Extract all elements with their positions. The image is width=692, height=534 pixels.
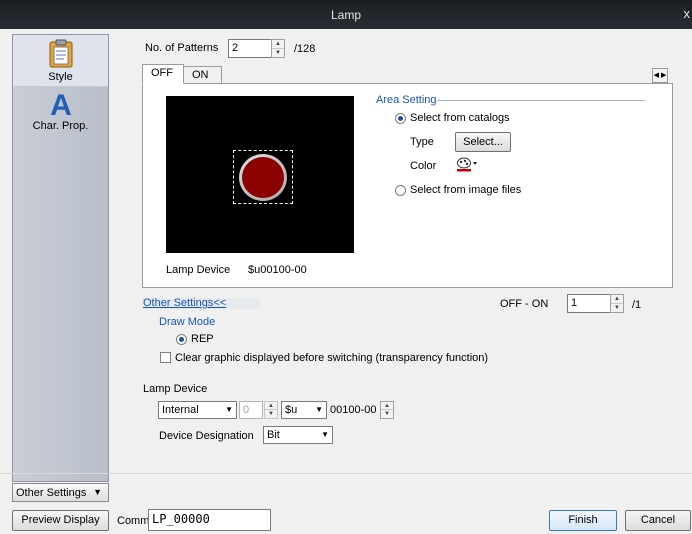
- divider: [437, 100, 645, 101]
- device-address[interactable]: 00100-00: [330, 404, 377, 416]
- lamp-icon: [242, 157, 284, 198]
- device-designation-select[interactable]: Bit ▼: [263, 426, 333, 444]
- select-from-catalogs-label: Select from catalogs: [410, 112, 510, 124]
- sidebar-item-char-prop[interactable]: A Char. Prop.: [13, 89, 108, 135]
- preview-lamp-device-label: Lamp Device: [166, 264, 231, 276]
- clipboard-icon: [49, 39, 73, 68]
- other-settings-dropdown-label: Other Settings: [16, 487, 87, 499]
- preview-display-button[interactable]: Preview Display: [12, 510, 109, 531]
- lamp-selection[interactable]: [233, 150, 293, 204]
- char-a-icon: A: [50, 89, 72, 122]
- close-icon[interactable]: x: [678, 6, 691, 21]
- draw-mode-label: Draw Mode: [159, 316, 216, 328]
- window-title: Lamp: [330, 8, 362, 22]
- cancel-button[interactable]: Cancel: [625, 510, 691, 531]
- device-type-select[interactable]: Internal ▼: [158, 401, 237, 419]
- device-designation-value: Bit: [267, 429, 280, 441]
- other-settings-link[interactable]: Other Settings<<: [143, 297, 226, 309]
- tab-off[interactable]: OFF: [142, 64, 184, 84]
- chevron-down-icon: ▼: [225, 405, 233, 414]
- color-picker-button[interactable]: [456, 156, 478, 172]
- patterns-max: /128: [294, 43, 316, 55]
- tab-on[interactable]: ON: [183, 66, 222, 84]
- chevron-down-icon: ▼: [321, 430, 329, 439]
- select-type-button[interactable]: Select...: [455, 132, 511, 152]
- patterns-input[interactable]: 2: [228, 39, 272, 58]
- comment-field[interactable]: LP_00000: [148, 509, 271, 531]
- clear-graphic-checkbox[interactable]: [160, 352, 171, 363]
- lamp-preview: [166, 96, 354, 253]
- off-on-stepper[interactable]: ▲ ▼: [610, 294, 624, 313]
- sidebar-item-label: Char. Prop.: [32, 120, 89, 132]
- sidebar-item-style[interactable]: Style: [13, 35, 108, 87]
- select-from-image-files-label: Select from image files: [410, 184, 522, 196]
- device-number-input[interactable]: 0: [239, 401, 263, 419]
- lamp-device-section-label: Lamp Device: [143, 383, 208, 395]
- sidebar-item-label: Style: [48, 71, 73, 83]
- select-from-image-files-radio[interactable]: [395, 185, 406, 196]
- area-setting-title: Area Setting: [376, 94, 437, 106]
- off-on-input[interactable]: 1: [567, 294, 611, 313]
- device-value: $u: [285, 404, 298, 416]
- off-on-label: OFF - ON: [500, 298, 549, 310]
- paint-bucket-icon: [457, 157, 477, 172]
- color-label: Color: [410, 160, 437, 172]
- device-designation-label: Device Designation: [159, 430, 254, 442]
- other-settings-dropdown[interactable]: Other Settings ▼: [12, 483, 109, 502]
- device-number-stepper[interactable]: ▲ ▼: [264, 401, 278, 419]
- footer-divider: [0, 473, 692, 474]
- preview-lamp-device-value: $u00100-00: [248, 264, 307, 276]
- off-on-max: /1: [632, 299, 642, 311]
- chevron-down-icon: ▼: [93, 487, 102, 497]
- chevron-down-icon: ▼: [315, 405, 323, 414]
- lamp-bezel: [239, 154, 287, 201]
- tab-scroll-arrows[interactable]: ◀ ▶: [652, 68, 668, 83]
- rep-label: REP: [191, 333, 214, 345]
- patterns-stepper[interactable]: ▲ ▼: [271, 39, 285, 58]
- device-type-value: Internal: [162, 404, 199, 416]
- sidebar: Style A Char. Prop.: [12, 34, 109, 482]
- address-stepper[interactable]: ▲ ▼: [380, 401, 394, 419]
- rep-radio[interactable]: [176, 334, 187, 345]
- patterns-label: No. of Patterns: [145, 42, 219, 54]
- type-label: Type: [410, 136, 434, 148]
- clear-graphic-label: Clear graphic displayed before switching…: [175, 352, 489, 364]
- finish-button[interactable]: Finish: [549, 510, 617, 531]
- select-from-catalogs-radio[interactable]: [395, 113, 406, 124]
- device-select[interactable]: $u ▼: [281, 401, 327, 419]
- title-bar: Lamp x: [0, 0, 692, 29]
